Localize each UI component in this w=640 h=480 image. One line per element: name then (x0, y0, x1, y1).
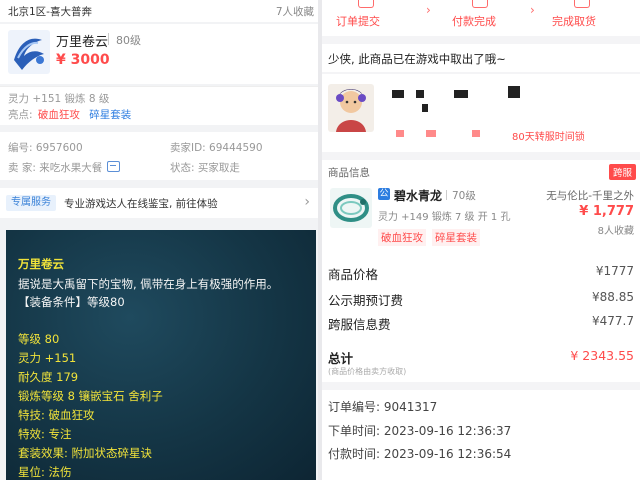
separator (108, 33, 109, 45)
redacted-info (454, 90, 468, 98)
pickup-done-icon (574, 0, 590, 8)
order-submit-icon (358, 0, 374, 8)
character-avatar (328, 84, 374, 132)
tag-skill: 破血狂攻 (37, 109, 80, 121)
product-image (330, 188, 372, 228)
public-fee-value: ¥88.85 (592, 290, 634, 304)
tooltip-effect: 特效: 专注 (18, 427, 72, 441)
tag-skill: 破血狂攻 (378, 229, 426, 246)
cross-server-badge: 跨服 (608, 164, 636, 180)
order-number: 订单编号: 9041317 (328, 400, 438, 414)
total-value: ¥ 2343.55 (570, 348, 634, 363)
chevron-right-icon: › (530, 3, 535, 17)
product-info: 商品信息 跨服 公 碧水青龙 70级 无与伦比-千里之外 灵力 +149 锻炼 … (322, 160, 640, 256)
chevron-right-icon: › (304, 194, 310, 210)
cross-fee-label: 跨服信息费 (328, 317, 391, 332)
redacted-info (422, 104, 428, 112)
price-value: ¥1777 (595, 264, 634, 278)
section-title: 商品信息 (328, 167, 370, 179)
redacted-info (472, 130, 480, 137)
product-stats: 灵力 +149 锻炼 7 级 开 1 孔 (378, 212, 511, 223)
left-panel: 北京1区-喜大普奔 7人收藏 万里卷云 80级 ¥ 3000 灵力 +151 锻… (0, 0, 318, 480)
highlight-tags: 亮点: 破血狂攻 碎星套装 (8, 107, 131, 122)
right-panel: 订单提交 › 付款完成 › 完成取货 少侠, 此商品已在游戏中取出了哦~ 80天… (322, 0, 640, 480)
tooltip-spirit: 灵力 +151 (18, 351, 77, 365)
tag-set: 碎星套装 (89, 109, 132, 121)
separator (446, 190, 447, 200)
chat-icon[interactable] (107, 161, 121, 172)
tooltip-requirement: 【装备条件】等级80 (18, 295, 125, 309)
redacted-info (416, 90, 424, 98)
chevron-right-icon: › (426, 3, 431, 17)
item-stats: 灵力 +151 锻炼 8 级 (8, 93, 110, 105)
server-name: 北京1区-喜大普奔 (8, 6, 92, 18)
product-favorites: 8人收藏 (597, 226, 634, 237)
step-pickup-completed: 完成取货 (552, 15, 596, 28)
payment-time: 付款时间: 2023-09-16 12:36:54 (328, 447, 512, 461)
item-price: ¥ 3000 (56, 52, 110, 68)
redacted-info (396, 130, 404, 137)
product-price: ¥ 1,777 (579, 204, 634, 219)
item-level: 80级 (116, 34, 141, 47)
total-note: (商品价格由卖方收取) (328, 367, 407, 376)
tooltip-forge: 锻炼等级 8 镶嵌宝石 舍利子 (18, 389, 163, 403)
item-image (8, 30, 50, 74)
tooltip-title: 万里卷云 (18, 257, 64, 271)
order-progress: 订单提交 › 付款完成 › 完成取货 (322, 0, 640, 36)
step-order-submitted: 订单提交 (336, 15, 380, 28)
tooltip-description: 据说是大禹留下的宝物, 佩带在身上有极强的作用。 (18, 277, 279, 291)
order-details: 订单编号: 9041317 下单时间: 2023-09-16 12:36:37 … (322, 390, 640, 480)
pickup-notice: 少侠, 此商品已在游戏中取出了哦~ (322, 44, 640, 72)
notice-text: 少侠, 此商品已在游戏中取出了哦~ (328, 52, 506, 66)
item-card: 万里卷云 80级 ¥ 3000 (0, 24, 318, 84)
tag-set: 碎星套装 (432, 229, 480, 246)
tooltip-level: 等级 80 (18, 332, 60, 346)
tooltip-durability: 耐久度 179 (18, 370, 79, 384)
total-label: 总计 (328, 351, 354, 366)
favorite-count[interactable]: 7人收藏 (276, 4, 314, 19)
step-payment-completed: 付款完成 (452, 15, 496, 28)
highlight-label: 亮点: (8, 109, 33, 121)
trade-info: 编号: 6957600 卖家ID: 69444590 卖 家: 来吃水果大餐 状… (0, 132, 318, 180)
appraisal-service-link[interactable]: 专属服务 专业游戏达人在线鉴宝, 前往体验 › (0, 188, 318, 218)
public-badge: 公 (378, 188, 390, 200)
product-name: 碧水青龙 (394, 189, 443, 203)
seller-name: 卖 家: 来吃水果大餐 (8, 162, 103, 174)
tooltip-star: 星位: 法伤 (18, 465, 72, 479)
product-level: 70级 (452, 190, 476, 202)
service-text: 专业游戏达人在线鉴宝, 前往体验 (64, 198, 218, 210)
game-tooltip: 万里卷云 据说是大禹留下的宝物, 佩带在身上有极强的作用。 【装备条件】等级80… (6, 230, 316, 480)
order-time: 下单时间: 2023-09-16 12:36:37 (328, 424, 512, 438)
transfer-lock-text: 80天转服时间锁 (512, 132, 585, 143)
redacted-info (508, 86, 520, 98)
redacted-info (392, 90, 404, 98)
payment-done-icon (472, 0, 488, 8)
cross-fee-value: ¥477.7 (592, 314, 634, 328)
trade-status: 状态: 买家取走 (170, 162, 240, 174)
public-fee-label: 公示期预订费 (328, 293, 404, 308)
item-header: 北京1区-喜大普奔 7人收藏 (0, 0, 318, 22)
service-badge: 专属服务 (6, 195, 56, 211)
seller-name-row: 卖 家: 来吃水果大餐 (8, 160, 121, 175)
redacted-info (426, 130, 436, 137)
price-label: 商品价格 (328, 267, 379, 282)
tooltip-set: 套装效果: 附加状态碎星诀 (18, 446, 153, 460)
item-name: 万里卷云 (56, 35, 109, 50)
tooltip-skill: 特技: 破血狂攻 (18, 408, 95, 422)
product-server: 无与伦比-千里之外 (546, 190, 634, 202)
character-card: 80天转服时间锁 (322, 74, 640, 152)
fee-breakdown: 商品价格 ¥1777 公示期预订费 ¥88.85 跨服信息费 ¥477.7 总计… (322, 256, 640, 382)
seller-id: 卖家ID: 69444590 (170, 142, 263, 154)
item-attributes: 灵力 +151 锻炼 8 级 亮点: 破血狂攻 碎星套装 (0, 86, 318, 125)
item-id: 编号: 6957600 (8, 142, 83, 154)
